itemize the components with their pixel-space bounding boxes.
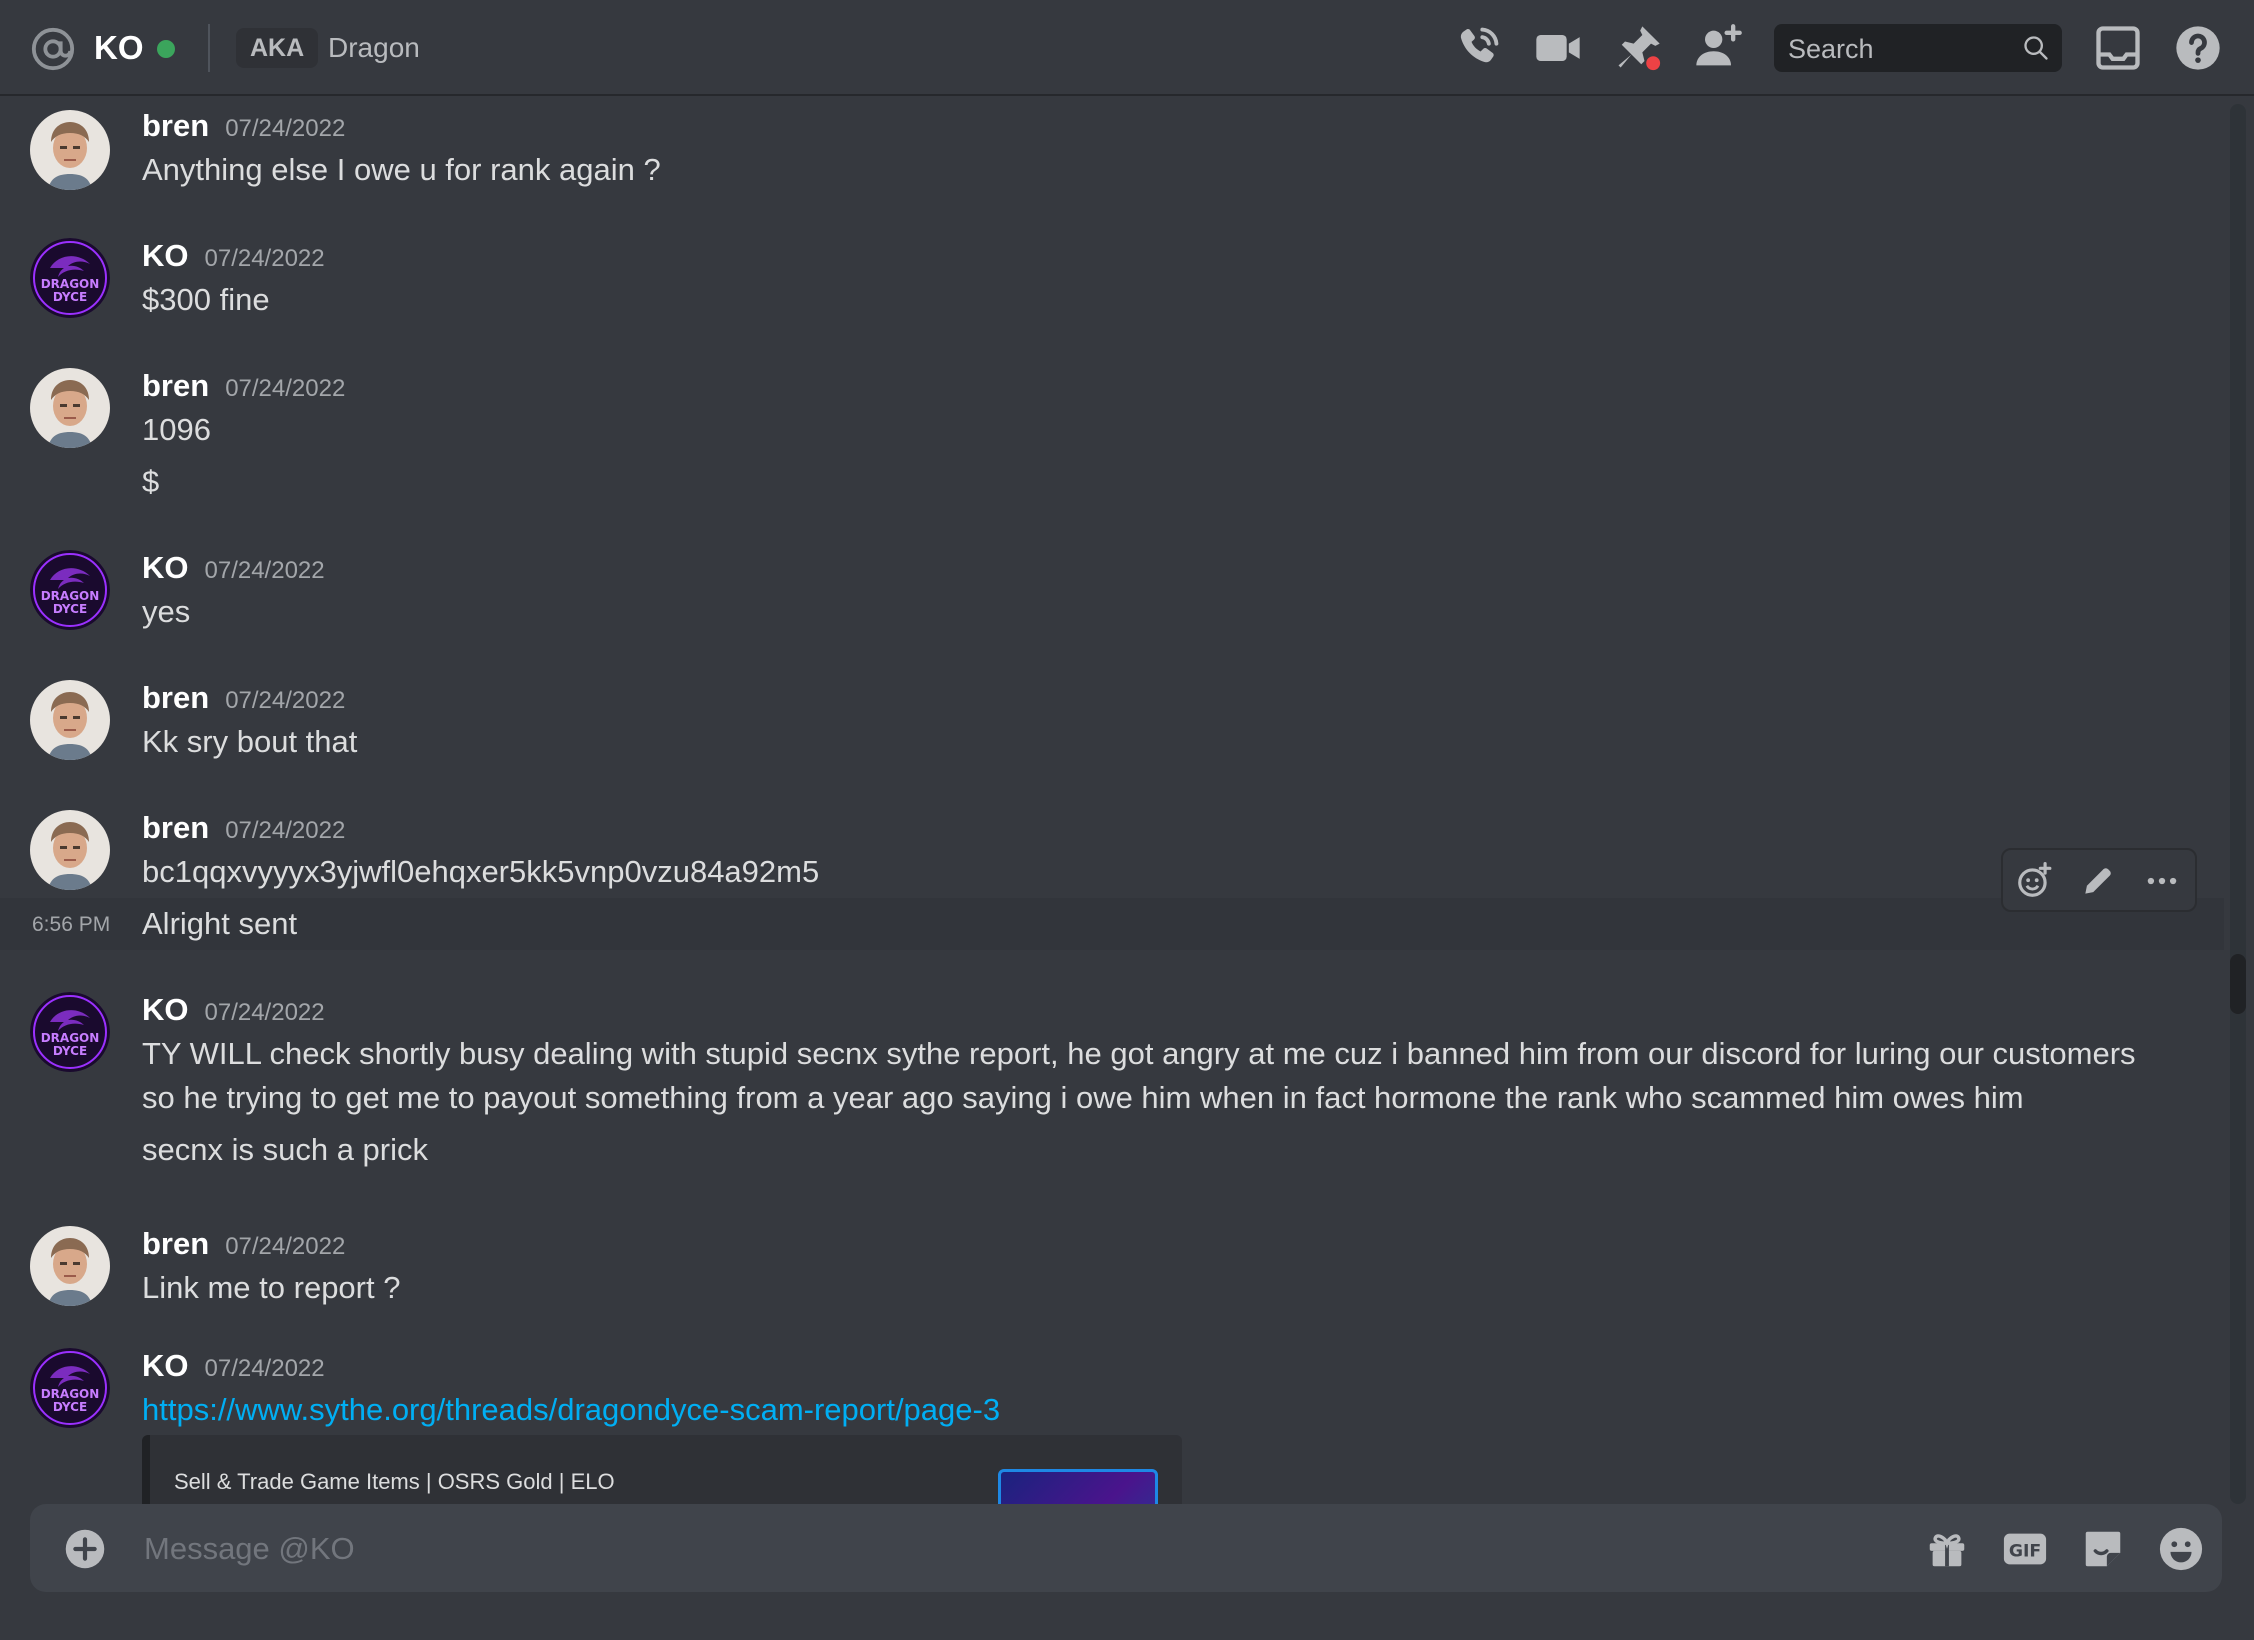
attach-plus-icon[interactable] [64, 1528, 106, 1570]
message-text: Anything else I owe u for rank again ? [142, 152, 661, 187]
video-call-icon[interactable] [1532, 22, 1584, 74]
search-input[interactable] [1786, 24, 2020, 74]
message-list: DRAGON DYCE DRAGON DYCE DRAGON DYCE DRAGON D… [0, 98, 2224, 1504]
followup-timestamp: 6:56 PM [32, 913, 111, 936]
message-text: $300 fine [142, 282, 270, 317]
message-text: 1096 [142, 412, 211, 447]
gif-icon[interactable]: GIF [2002, 1526, 2048, 1572]
sticker-icon[interactable] [2080, 1526, 2126, 1572]
dm-username[interactable]: KO [94, 26, 144, 70]
message-text: secnx is such a prick [142, 1132, 428, 1167]
avatar-bren[interactable] [30, 680, 110, 760]
message-text: Kk sry bout that [142, 724, 358, 759]
message-text: TY WILL check shortly busy dealing with … [142, 1036, 2136, 1071]
add-friend-icon[interactable] [1692, 22, 1744, 74]
at-icon [31, 27, 75, 71]
voice-call-icon[interactable] [1452, 22, 1504, 74]
search-icon [2024, 36, 2048, 60]
avatar-bren[interactable] [30, 110, 110, 190]
add-reaction-icon[interactable] [2015, 862, 2053, 900]
avatar-logo-text-top: DRAGON [41, 1031, 100, 1045]
avatar-bren[interactable] [30, 1226, 110, 1306]
aka-name: Dragon [328, 32, 420, 63]
message-hover-row[interactable] [0, 898, 2224, 950]
message-timestamp: 07/24/2022 [204, 245, 325, 272]
avatar-ko[interactable]: DRAGON DYCE [30, 550, 110, 630]
author-name[interactable]: KO [142, 238, 189, 273]
message-timestamp: 07/24/2022 [225, 687, 346, 714]
channel-header: KO AKA Dragon [0, 0, 2254, 96]
message-timestamp: 07/24/2022 [204, 1355, 325, 1382]
message-text: so he trying to get me to payout somethi… [142, 1080, 2024, 1115]
author-name[interactable]: bren [142, 108, 209, 143]
message-author[interactable]: bren 07/24/2022 [142, 366, 345, 409]
author-name[interactable]: KO [142, 1348, 189, 1383]
online-status-indicator [157, 40, 175, 58]
avatar-bren[interactable] [30, 368, 110, 448]
author-name[interactable]: KO [142, 992, 189, 1027]
avatar-logo-text-top: DRAGON [41, 277, 100, 291]
avatar-logo-text-bottom: DYCE [53, 290, 87, 304]
message-text: $ [142, 464, 160, 499]
embed-thumbnail[interactable] [998, 1469, 1158, 1504]
header-divider [208, 24, 210, 72]
message-input[interactable] [142, 1504, 1866, 1594]
author-name[interactable]: bren [142, 810, 209, 845]
search-box[interactable] [1774, 24, 2062, 74]
author-name[interactable]: bren [142, 368, 209, 403]
message-text: yes [142, 594, 191, 629]
avatar-logo-text-bottom: DYCE [53, 1400, 87, 1414]
message-composer: GIF [30, 1504, 2222, 1594]
edit-icon[interactable] [2079, 862, 2117, 900]
message-timestamp: 07/24/2022 [225, 375, 346, 402]
pinned-messages-icon[interactable] [1612, 22, 1664, 74]
author-name[interactable]: bren [142, 680, 209, 715]
message-link[interactable]: https://www.sythe.org/threads/dragondyce… [142, 1392, 1000, 1427]
avatar-bren[interactable] [30, 810, 110, 890]
message-text: Link me to report ? [142, 1270, 401, 1305]
author-name[interactable]: bren [142, 1226, 209, 1261]
link-embed[interactable]: Sell & Trade Game Items | OSRS Gold | EL… [142, 1435, 1182, 1504]
author-name[interactable]: KO [142, 550, 189, 585]
message-link-line: https://www.sythe.org/threads/dragondyce… [142, 1388, 1000, 1432]
message-author[interactable]: KO 07/24/2022 [142, 236, 325, 279]
message-author[interactable]: bren 07/24/2022 [142, 808, 345, 851]
avatar-logo-text-bottom: DYCE [53, 602, 87, 616]
message-author[interactable]: KO 07/24/2022 [142, 990, 325, 1033]
message-timestamp: 07/24/2022 [204, 557, 325, 584]
message-author[interactable]: bren 07/24/2022 [142, 678, 345, 721]
message-timestamp: 07/24/2022 [225, 115, 346, 142]
message-author[interactable]: KO 07/24/2022 [142, 1346, 325, 1389]
avatar-ko[interactable]: DRAGON DYCE [30, 238, 110, 318]
avatar-logo-text-top: DRAGON [41, 589, 100, 603]
message-actions-toolbar [2001, 848, 2197, 912]
embed-provider: Sell & Trade Game Items | OSRS Gold | EL… [174, 1469, 615, 1494]
message-author[interactable]: bren 07/24/2022 [142, 1224, 345, 1267]
scrollbar-track[interactable] [2230, 104, 2246, 1504]
inbox-icon[interactable] [2092, 22, 2144, 74]
message-author[interactable]: KO 07/24/2022 [142, 548, 325, 591]
scrollbar-thumb[interactable] [2230, 954, 2246, 1014]
message-text: Alright sent [142, 906, 298, 941]
avatar-ko[interactable]: DRAGON DYCE [30, 1348, 110, 1428]
message-timestamp: 07/24/2022 [204, 999, 325, 1026]
gif-label: GIF [2009, 1542, 2041, 1562]
more-icon[interactable] [2143, 862, 2181, 900]
message-author[interactable]: bren 07/24/2022 [142, 106, 345, 149]
message-text: bc1qqxvyyyx3yjwfl0ehqxer5kk5vnp0vzu84a92… [142, 854, 820, 889]
avatar-logo-text-bottom: DYCE [53, 1044, 87, 1058]
help-icon[interactable] [2172, 22, 2224, 74]
gift-icon[interactable] [1924, 1526, 1970, 1572]
message-timestamp: 07/24/2022 [225, 817, 346, 844]
aka-badge: AKA [236, 28, 319, 68]
avatar-logo-text-top: DRAGON [41, 1387, 100, 1401]
emoji-icon[interactable] [2158, 1526, 2204, 1572]
avatar-ko[interactable]: DRAGON DYCE [30, 992, 110, 1072]
message-timestamp: 07/24/2022 [225, 1233, 346, 1260]
